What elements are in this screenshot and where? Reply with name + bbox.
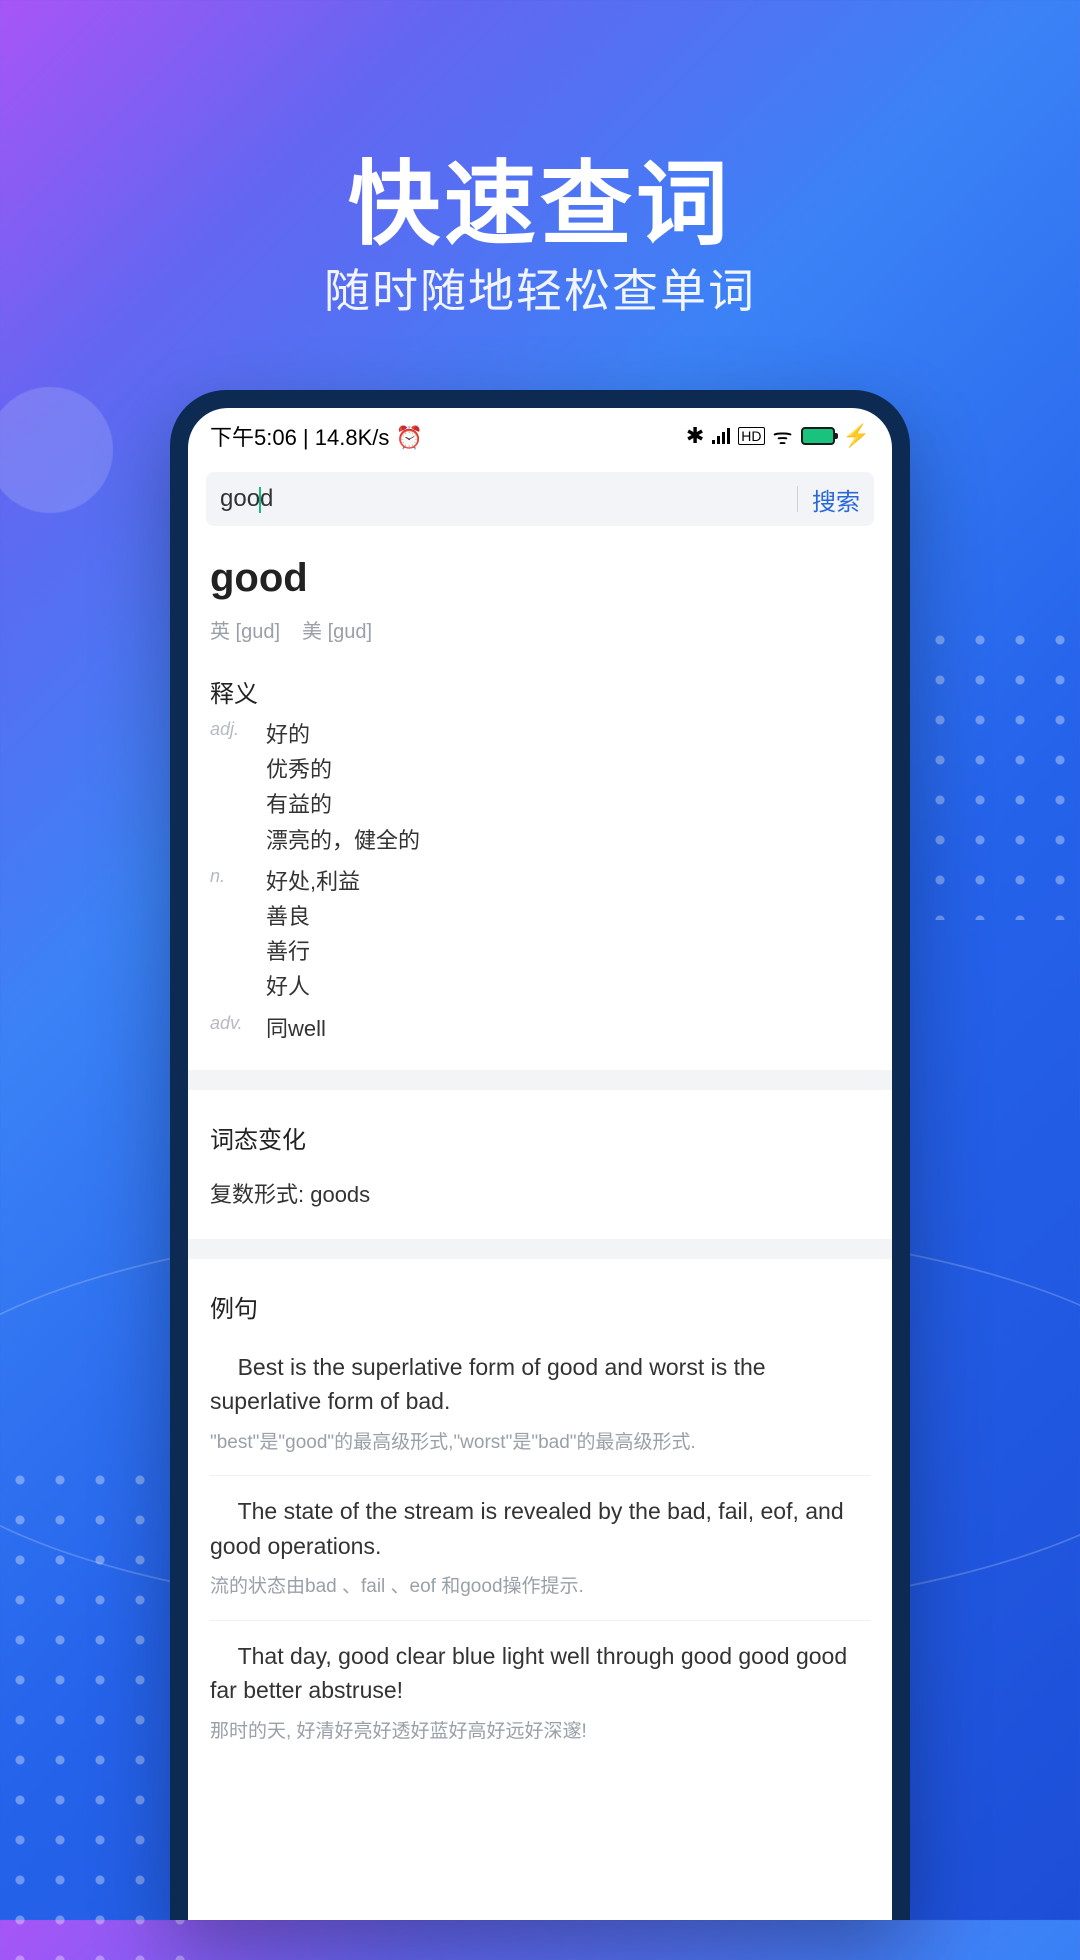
examples-title: 例句 (210, 1289, 870, 1324)
part-of-speech: n. (210, 864, 266, 887)
phone-frame: 下午5:06 | 14.8K/s ⏰ ✱ HD ᯤ ⚡ good 搜索 (170, 390, 910, 1920)
status-left: 下午5:06 | 14.8K/s ⏰ (210, 420, 423, 452)
meaning-line: 同well (266, 1011, 326, 1046)
meanings: 同well (266, 1011, 326, 1046)
meaning-line: 好处,利益 (266, 864, 360, 899)
part-of-speech: adj. (210, 717, 266, 740)
hd-label: HD (738, 427, 764, 445)
inflection-body: 复数形式: goods (210, 1163, 870, 1215)
meanings: 好的优秀的有益的漂亮的，健全的 (266, 717, 420, 858)
charge-icon: ⚡ (843, 423, 870, 449)
signal-icon (712, 428, 730, 444)
inflection-section: 词态变化 复数形式: goods (210, 1120, 870, 1215)
example-zh: 流的状态由bad 、fail 、eof 和good操作提示. (210, 1573, 870, 1602)
promo-title: 快速查词 (0, 130, 1080, 263)
part-of-speech: adv. (210, 1011, 266, 1034)
definitions-section: 释义 adj.好的优秀的有益的漂亮的，健全的n.好处,利益善良善行好人adv.同… (210, 674, 870, 1046)
status-time-net: 下午5:06 | 14.8K/s (210, 425, 389, 450)
status-right: ✱ HD ᯤ ⚡ (686, 421, 870, 451)
inflection-title: 词态变化 (210, 1120, 870, 1155)
search-value-suffix: d (260, 485, 273, 512)
example-zh: 那时的天, 好清好亮好透好蓝好高好远好深邃! (210, 1718, 870, 1747)
phone-screen: 下午5:06 | 14.8K/s ⏰ ✱ HD ᯤ ⚡ good 搜索 (188, 408, 892, 1920)
example-zh: "best"是"good"的最高级形式,"worst"是"bad"的最高级形式. (210, 1429, 870, 1458)
search-input[interactable]: good (220, 485, 783, 513)
meaning-line: 好人 (266, 969, 360, 1004)
meaning-line: 善行 (266, 934, 360, 969)
ipa-us: 美 [gud] (302, 615, 372, 644)
status-bar: 下午5:06 | 14.8K/s ⏰ ✱ HD ᯤ ⚡ (188, 408, 892, 460)
search-divider (797, 486, 798, 512)
section-divider (188, 1239, 892, 1259)
definitions-title: 释义 (210, 674, 870, 709)
search-bar[interactable]: good 搜索 (206, 472, 874, 526)
example-en: Best is the superlative form of good and… (210, 1350, 870, 1419)
headword: good (210, 556, 870, 601)
search-container: good 搜索 (188, 460, 892, 526)
definition-row: n.好处,利益善良善行好人 (210, 864, 870, 1005)
meanings: 好处,利益善良善行好人 (266, 864, 360, 1005)
search-button[interactable]: 搜索 (812, 482, 860, 517)
rss-icon: ᯤ (773, 421, 793, 451)
example-item: Best is the superlative form of good and… (210, 1332, 870, 1477)
meaning-line: 优秀的 (266, 752, 420, 787)
section-divider (188, 1070, 892, 1090)
battery-icon (801, 427, 835, 445)
alarm-icon: ⏰ (396, 425, 423, 450)
meaning-line: 有益的 (266, 787, 420, 822)
meaning-line: 漂亮的，健全的 (266, 823, 420, 858)
example-item: That day, good clear blue light well thr… (210, 1621, 870, 1765)
example-en: That day, good clear blue light well thr… (210, 1639, 870, 1708)
meaning-line: 好的 (266, 717, 420, 752)
ipa-row: 英 [gud] 美 [gud] (210, 615, 870, 644)
search-value-prefix: goo (220, 485, 260, 512)
examples-section: 例句 Best is the superlative form of good … (210, 1289, 870, 1765)
meaning-line: 善良 (266, 899, 360, 934)
example-item: The state of the stream is revealed by t… (210, 1476, 870, 1621)
bluetooth-icon: ✱ (686, 423, 704, 449)
example-en: The state of the stream is revealed by t… (210, 1494, 870, 1563)
promo-subtitle: 随时随地轻松查单词 (0, 255, 1080, 321)
definition-row: adv.同well (210, 1011, 870, 1046)
definition-row: adj.好的优秀的有益的漂亮的，健全的 (210, 717, 870, 858)
ipa-uk: 英 [gud] (210, 615, 280, 644)
content: good 英 [gud] 美 [gud] 释义 adj.好的优秀的有益的漂亮的，… (188, 526, 892, 1920)
